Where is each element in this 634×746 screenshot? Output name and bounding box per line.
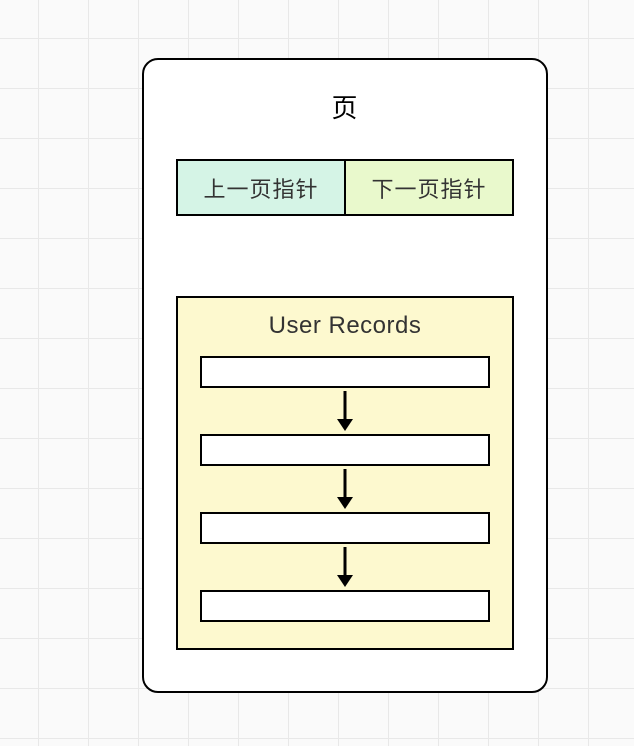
- record-slot: [200, 590, 490, 622]
- pointer-row: 上一页指针 下一页指针: [176, 159, 514, 216]
- arrow-down-icon: [198, 388, 492, 434]
- records-title: User Records: [198, 312, 492, 340]
- record-slot: [200, 512, 490, 544]
- record-slot: [200, 434, 490, 466]
- page-container: 页 上一页指针 下一页指针 User Records: [142, 58, 548, 693]
- arrow-down-icon: [198, 466, 492, 512]
- user-records-box: User Records: [176, 296, 514, 650]
- prev-page-pointer: 上一页指针: [178, 161, 346, 214]
- page-title: 页: [170, 88, 520, 125]
- arrow-down-icon: [198, 544, 492, 590]
- next-page-pointer: 下一页指针: [346, 161, 512, 214]
- record-slot: [200, 356, 490, 388]
